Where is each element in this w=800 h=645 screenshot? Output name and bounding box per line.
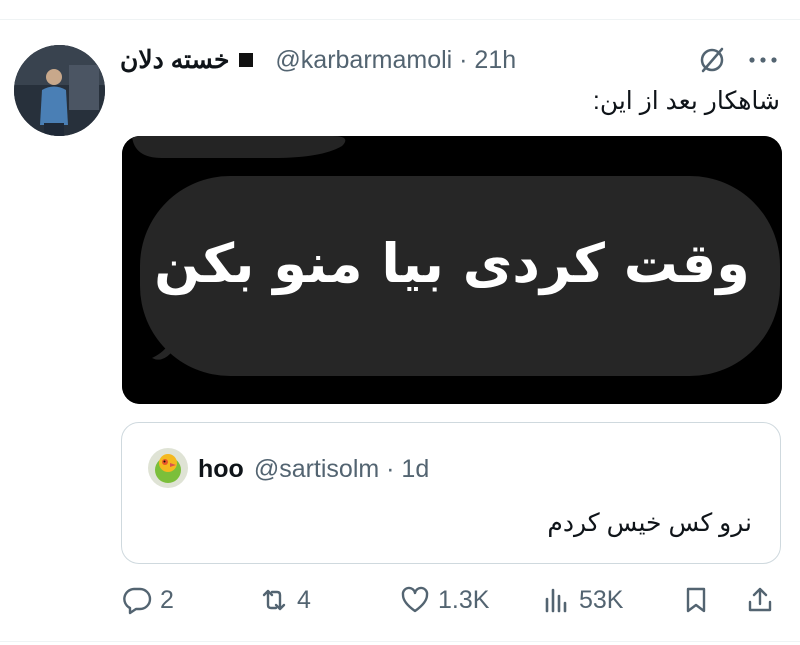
media-caption-text: وقت کردی بیا منو بکن: [154, 231, 750, 295]
bookmark-icon: [686, 587, 706, 613]
tweet-media[interactable]: وقت کردی بیا منو بکن: [122, 136, 782, 404]
views-count: 53K: [579, 585, 624, 614]
share-icon: [748, 587, 772, 612]
quote-header: hoo @sartisolm · 1d: [198, 455, 429, 484]
like-count: 1.3K: [438, 585, 490, 614]
reply-button[interactable]: 2: [122, 579, 174, 621]
badge-icon: [239, 53, 254, 67]
share-button[interactable]: [745, 579, 775, 621]
quoted-tweet[interactable]: hoo @sartisolm · 1d نرو کس خیس کردم: [121, 422, 781, 564]
tweet-text: شاهکار بعد از این:: [592, 87, 780, 115]
retweet-button[interactable]: 4: [259, 579, 311, 621]
bird-avatar-image: [148, 448, 188, 488]
action-bar: 2 4 1.3K 53K: [0, 579, 800, 621]
tweet-header: خسته دلان @karbarmamoli · 21h: [120, 38, 780, 82]
retweet-count: 4: [297, 585, 311, 614]
retweet-icon: [262, 589, 286, 611]
reply-icon: [123, 587, 152, 615]
reply-count: 2: [160, 585, 174, 614]
heart-icon: [401, 586, 429, 613]
more-icon[interactable]: [746, 44, 780, 76]
views-button[interactable]: 53K: [541, 579, 623, 621]
author-avatar[interactable]: [14, 45, 105, 136]
bottom-divider: [0, 641, 800, 642]
quote-text: نرو کس خیس کردم: [547, 509, 752, 537]
bookmark-button[interactable]: [681, 579, 711, 621]
like-button[interactable]: 1.3K: [400, 579, 489, 621]
quote-avatar: [148, 448, 188, 488]
quote-display-name[interactable]: hoo: [198, 455, 244, 484]
display-name[interactable]: خسته دلان: [120, 45, 229, 75]
views-icon: [545, 588, 567, 613]
media-caption: وقت کردی بیا منو بکن: [122, 136, 782, 404]
handle-time[interactable]: @karbarmamoli · 21h: [275, 46, 516, 75]
avatar-image: [14, 45, 105, 136]
top-divider: [0, 19, 800, 20]
quote-handle-time[interactable]: @sartisolm · 1d: [254, 455, 429, 484]
grok-icon[interactable]: [696, 44, 728, 76]
